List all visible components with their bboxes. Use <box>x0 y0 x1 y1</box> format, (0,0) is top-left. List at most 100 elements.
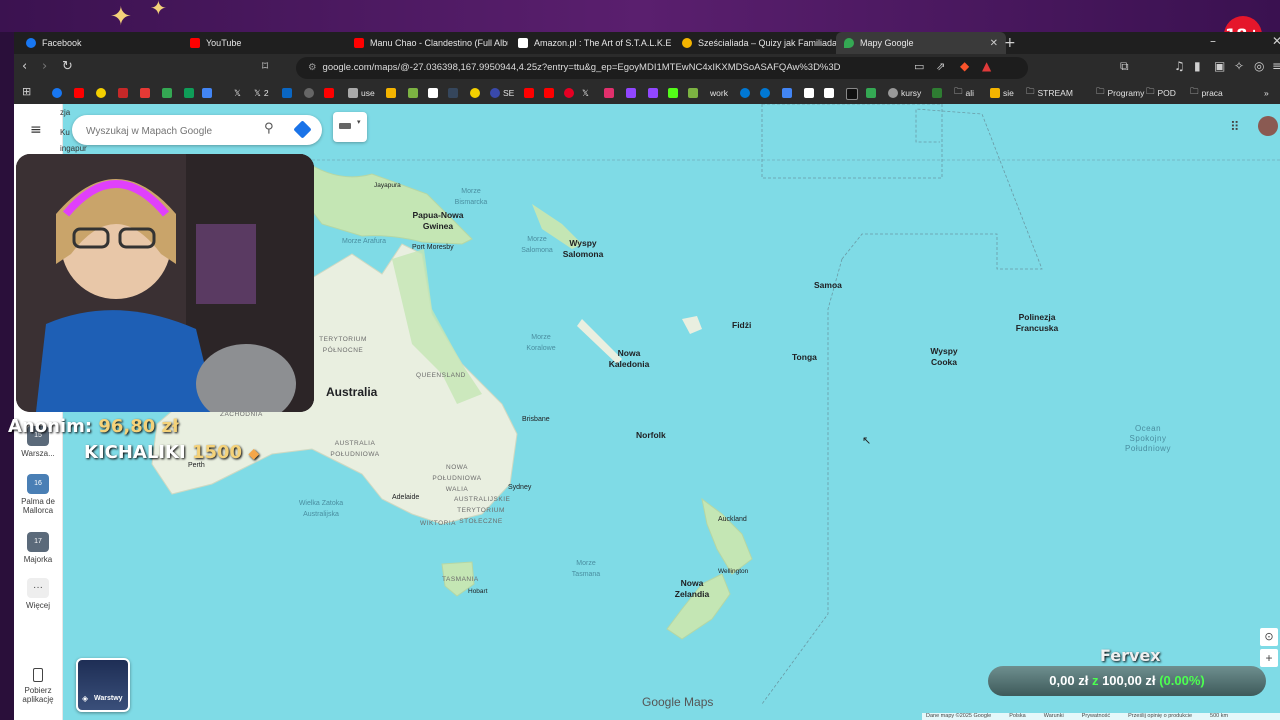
bookmark-red-icon[interactable] <box>118 88 128 98</box>
kick-icon[interactable] <box>668 88 678 98</box>
ali-bookmark[interactable]: 🗀 ali <box>954 86 974 100</box>
x-bookmark[interactable]: 𝕏 <box>582 86 589 100</box>
docs-icon[interactable] <box>202 88 212 98</box>
bookmark-icon[interactable] <box>688 88 698 98</box>
wallet-icon[interactable]: ▣ <box>1214 59 1225 73</box>
edge-icon[interactable] <box>760 88 770 98</box>
share-icon[interactable]: ⇗ <box>936 60 945 73</box>
site-info-icon[interactable]: ⚙ <box>308 62 317 73</box>
webcam-feed <box>16 154 314 412</box>
youtube-icon[interactable] <box>524 88 534 98</box>
tab-youtube[interactable]: YouTube <box>182 32 350 54</box>
amazon-icon[interactable] <box>804 88 814 98</box>
forward-icon[interactable]: › <box>42 59 47 74</box>
bookmarks-bar: ⊞ 𝕏 𝕏2 use SE 𝕏 work kursy 🗀 ali sie 🗀 STR… <box>14 82 1280 105</box>
kursy-bookmark[interactable]: kursy <box>888 86 921 100</box>
rail-label: Więcej <box>25 601 50 610</box>
bookmark-icon[interactable] <box>386 88 396 98</box>
close-tab-icon[interactable]: ✕ <box>990 38 998 49</box>
facebook-icon[interactable] <box>52 88 62 98</box>
avatar[interactable] <box>1258 116 1278 136</box>
work-bookmark[interactable]: work <box>710 86 728 100</box>
youtube-icon[interactable] <box>544 88 554 98</box>
search-icon[interactable]: ⚲ <box>264 121 274 136</box>
se-bookmark[interactable]: SE <box>490 86 514 100</box>
tab-szescialiada[interactable]: Sześcialiada – Quizy jak Familiada! Gr <box>674 32 836 54</box>
menu-icon[interactable]: ≡ <box>1272 59 1280 73</box>
brave-rewards-icon[interactable]: ▲ <box>982 59 991 73</box>
footer-feedback[interactable]: Prześlij opinię o produkcie <box>1128 713 1192 720</box>
recent-palma[interactable]: 16 Palma de Mallorca <box>14 474 62 515</box>
linkedin-icon[interactable] <box>282 88 292 98</box>
smiley-icon[interactable] <box>470 88 480 98</box>
twitch-icon[interactable] <box>648 88 658 98</box>
bookmark-icon[interactable] <box>428 88 438 98</box>
tab-amazon[interactable]: Amazon.pl : The Art of S.T.A.L.K.E.R. 2 <box>510 32 672 54</box>
sie-bookmark[interactable]: sie <box>990 86 1014 100</box>
search-box[interactable]: ⚲ <box>72 115 322 145</box>
x-bookmark[interactable]: 𝕏 <box>234 86 241 100</box>
layer-picker-button[interactable]: ▾ <box>333 112 367 142</box>
youtube-icon[interactable] <box>324 88 334 98</box>
github-icon[interactable] <box>304 88 314 98</box>
bookmark-icon[interactable]: ⌑ <box>262 59 268 73</box>
cast-icon[interactable]: ▭ <box>914 60 924 73</box>
tab-google-maps[interactable]: Mapy Google ✕ <box>836 32 1006 54</box>
search-input[interactable] <box>84 121 258 141</box>
bookmark-a-icon[interactable] <box>140 88 150 98</box>
translate-icon[interactable] <box>782 88 792 98</box>
more-button[interactable]: ··· Więcej <box>14 578 62 610</box>
menu-icon[interactable]: ≡ <box>30 122 42 138</box>
drive-icon[interactable] <box>866 88 876 98</box>
tab-facebook[interactable]: Facebook <box>18 32 186 54</box>
media-icon[interactable]: ♫ <box>1174 59 1185 73</box>
edge-icon[interactable] <box>740 88 750 98</box>
footer-terms[interactable]: Warunki <box>1044 713 1064 720</box>
back-icon[interactable]: ‹ <box>22 59 27 74</box>
amazon-icon[interactable] <box>824 88 834 98</box>
x2-bookmark[interactable]: 𝕏2 <box>254 86 269 100</box>
more-bookmarks-icon[interactable]: » <box>1264 86 1269 100</box>
pinterest-icon[interactable] <box>564 88 574 98</box>
bookmark-icon[interactable] <box>408 88 418 98</box>
programy-folder[interactable]: 🗀 Programy <box>1096 86 1144 100</box>
recent-majorka[interactable]: 17 Majorka <box>14 532 62 564</box>
reload-icon[interactable]: ↻ <box>62 59 73 74</box>
new-tab-icon[interactable]: + <box>1004 35 1016 51</box>
use-bookmark[interactable]: use <box>348 86 375 100</box>
layers-button[interactable]: ◈ Warstwy <box>76 658 130 712</box>
youtube-icon[interactable] <box>74 88 84 98</box>
close-window-icon[interactable]: ✕ <box>1272 34 1280 48</box>
extensions-icon[interactable]: ⧉ <box>1120 59 1129 74</box>
keyboard-icon <box>339 123 351 129</box>
streamer-name: Fervex <box>1100 646 1161 665</box>
vpn-icon[interactable]: ◎ <box>1254 59 1264 73</box>
get-app-button[interactable]: Pobierz aplikację <box>14 668 62 704</box>
instagram-icon[interactable] <box>604 88 614 98</box>
apps-grid-icon[interactable]: ⊞ <box>22 85 31 98</box>
stream-folder[interactable]: 🗀 STREAM <box>1026 86 1073 100</box>
brave-shield-icon[interactable]: ◆ <box>960 59 969 73</box>
label-wyspy-salomona: Wyspy Salomona <box>562 238 604 259</box>
twitch-icon[interactable] <box>626 88 636 98</box>
sheets-icon[interactable] <box>162 88 172 98</box>
tumblr-icon[interactable] <box>448 88 458 98</box>
zoom-in-button[interactable]: + <box>1260 649 1278 667</box>
footer-country[interactable]: Polska <box>1009 713 1026 720</box>
donor-amount: 96,80 zł <box>98 416 179 437</box>
minimize-icon[interactable]: – <box>1210 34 1216 48</box>
leo-icon[interactable]: ✧ <box>1234 59 1244 73</box>
tab-manu-chao[interactable]: Manu Chao - Clandestino (Full Album <box>346 32 508 54</box>
tiktok-icon[interactable] <box>846 88 858 100</box>
footer-privacy[interactable]: Prywatność <box>1082 713 1110 720</box>
sheets-icon[interactable] <box>184 88 194 98</box>
label-wiktoria: WIKTORIA <box>420 520 457 527</box>
sidebar-icon[interactable]: ▮ <box>1194 59 1201 73</box>
apps-grid-icon[interactable]: ⠿ <box>1230 120 1240 135</box>
directions-icon[interactable] <box>293 120 312 139</box>
my-location-button[interactable]: ⊙ <box>1260 628 1278 646</box>
pod-folder[interactable]: 🗀 POD <box>1146 86 1176 100</box>
bookmark-icon[interactable] <box>932 88 942 98</box>
smiley-icon[interactable] <box>96 88 106 98</box>
praca-folder[interactable]: 🗀 praca <box>1190 86 1223 100</box>
